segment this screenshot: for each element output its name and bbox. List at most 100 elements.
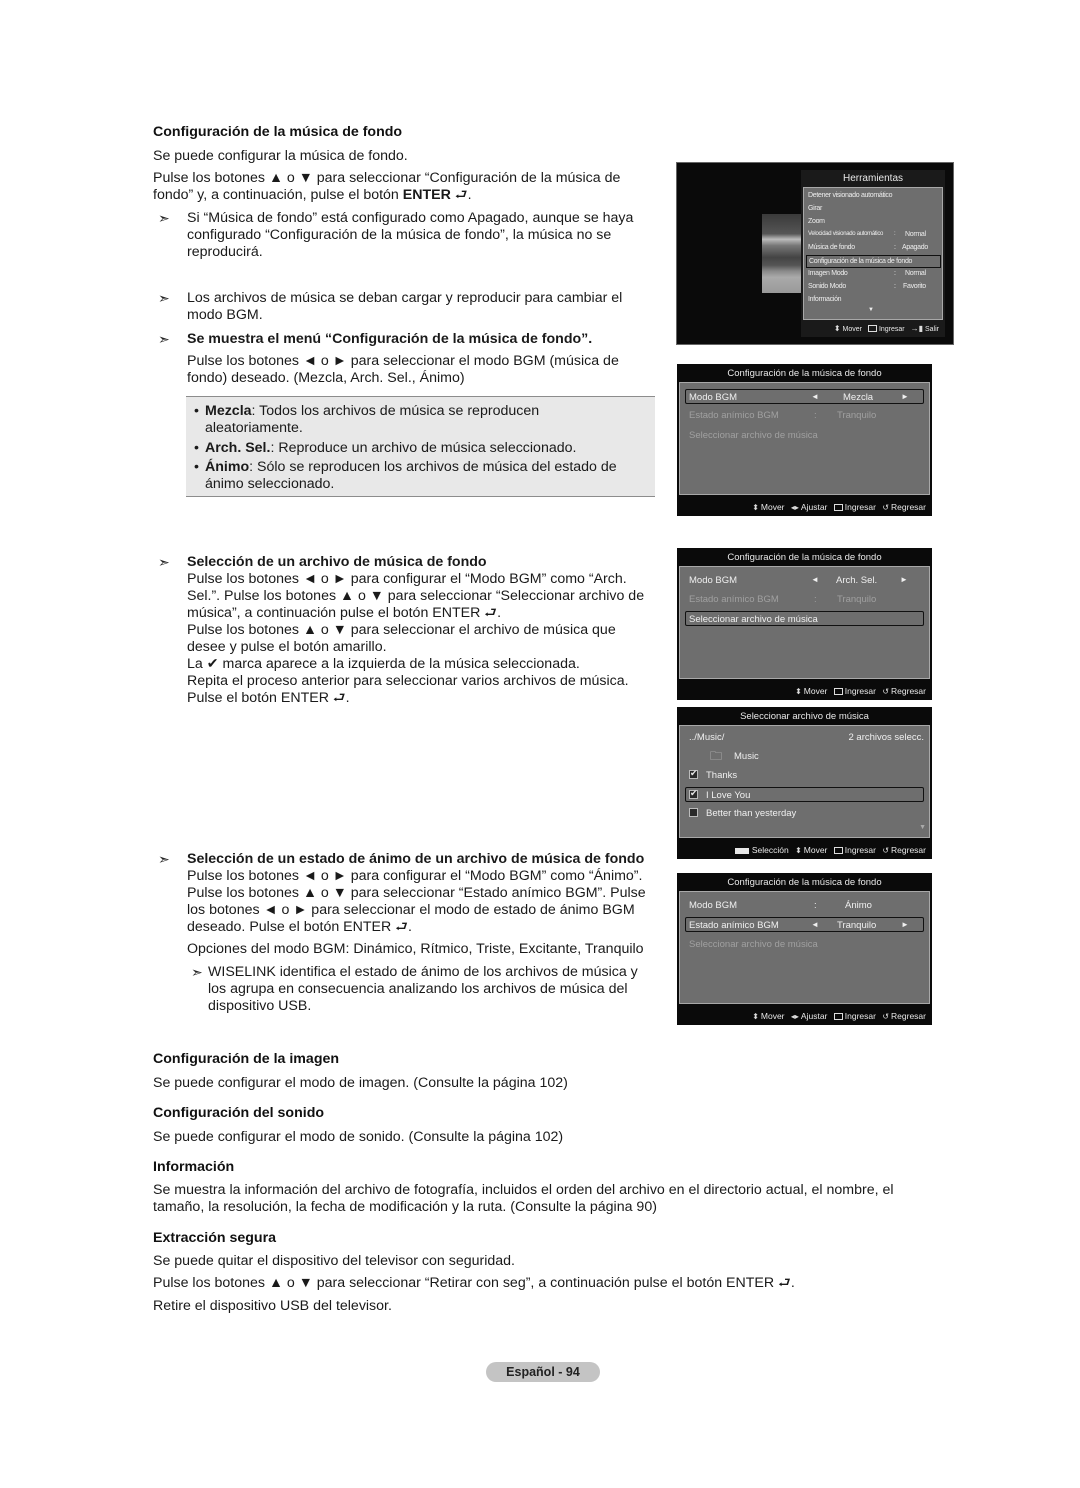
note-line: deseado. Pulse el botón ENTER ⮐. [187,919,412,935]
arrow-right-icon[interactable]: ► [901,392,909,401]
row-value: Tranquilo [837,410,877,421]
safe-line-3: Retire el dispositivo USB del televisor. [153,1298,392,1314]
tools-item-bgm-settings[interactable]: Configuración de la música de fondo [806,255,941,268]
arrow-left-icon[interactable]: ◄ [811,392,819,401]
tools-menu-panel: Detener visionado automático Girar Zoom … [803,187,943,320]
tools-item-picture-mode[interactable]: Imagen Modo: Normal [808,268,939,281]
note-line: música”, a continuación pulse el botón E… [187,605,502,621]
enter-icon [833,847,843,854]
row-bgm-mode[interactable]: Modo BGM ◄ Arch. Sel. ► [685,573,924,588]
return-icon: ↺ [882,846,890,855]
menu-footer: ⬍ Mover ◂▸ Ajustar Ingresar ↺ Regresar [748,1011,926,1021]
enter-icon [833,688,843,695]
scroll-down-icon[interactable]: ▼ [919,824,926,831]
return-icon: ↺ [882,1012,890,1021]
tools-item-zoom[interactable]: Zoom [808,216,939,229]
checkbox-checked[interactable] [689,768,698,779]
section-heading-bgm: Configuración de la música de fondo [153,124,403,140]
arrow-right-icon[interactable]: ► [901,920,909,929]
arrow-left-icon[interactable]: ◄ [811,920,819,929]
note-wiselink: ➣ WISELINK identifica el estado de ánimo… [191,964,661,1016]
mood-options: Opciones del modo BGM: Dinámico, Rítmico… [187,941,644,957]
arrow-right-icon[interactable]: ► [900,575,908,584]
tools-menu-title: Herramientas [842,173,904,184]
note-line: reproducirá. [187,244,263,260]
note-menu-shown: ➣ Se muestra el menú “Configuración de l… [158,331,658,391]
folder-path: ../Music/ [689,732,725,743]
arrow-left-icon[interactable]: ◄ [811,575,819,584]
folder-icon: 🗀 [710,749,723,763]
row-bgm-mood[interactable]: Estado anímico BGM : Tranquilo [685,408,924,423]
item-label: Velocidad visionado automático [808,231,884,237]
safe-line-1: Se puede quitar el dispositivo del telev… [153,1253,516,1269]
footer-label: Ajustar [800,502,828,512]
item-sep: : [894,231,896,237]
row-value: Arch. Sel. [836,575,878,586]
enter-icon [833,504,843,511]
tools-item-slideshow-speed[interactable]: Velocidad visionado automático: Normal [808,229,939,242]
tools-menu-footer: ⬍ Mover Ingresar →▮ Salir [830,324,939,333]
footer-enter: Ingresar [867,324,905,333]
item-value: Normal [905,231,926,238]
scroll-down-icon[interactable]: ▼ [868,307,874,313]
menu-panel: Modo BGM ◄ Arch. Sel. ► Estado anímico B… [679,566,930,679]
row-bgm-mood[interactable]: Estado anímico BGM ◄ Tranquilo ► [685,917,924,932]
arrow-bullet-icon: ➣ [158,331,170,347]
item-label: Zoom [808,218,825,225]
note-files-loaded: ➣ Los archivos de música se deban cargar… [158,290,658,324]
note-line: desee y pulse el botón amarillo. [187,639,387,655]
note-line: Pulse el botón ENTER ⮐. [187,690,350,706]
tools-item-sound-mode[interactable]: Sonido Modo: Favorito [808,281,939,294]
row-select-music-file[interactable]: Seleccionar archivo de música [685,428,924,443]
note-line: Sel.”. Pulse los botones ▲ o ▼ para sele… [187,588,645,604]
file-item-i-love-you[interactable]: I Love You [685,787,924,802]
note-line: Pulse los botones ◄ o ► para configurar … [187,868,643,884]
checkbox-unchecked[interactable] [689,808,698,817]
bullet-term: Ánimo [205,459,250,475]
file-item-thanks[interactable]: Thanks [685,768,924,783]
updown-icon: ⬍ [795,687,802,696]
row-label: Seleccionar archivo de música [689,614,818,625]
note-line: Pulse los botones ◄ o ► para configurar … [187,571,627,587]
footer-label: Mover [803,686,828,696]
note-line: modo BGM. [187,307,263,323]
footer-label: Regresar [891,686,926,696]
footer-exit: →▮ Salir [911,324,939,333]
menu-title: Configuración de la música de fondo [727,877,882,888]
leftright-icon: ◂▸ [790,503,799,512]
tools-item-stop-slideshow[interactable]: Detener visionado automático [808,190,939,203]
bgm-menu-mezcla: Configuración de la música de fondo Modo… [677,364,932,516]
tools-item-rotate[interactable]: Girar [808,203,939,216]
updown-icon: ⬍ [833,324,841,333]
menu-panel: ../Music/ 2 archivos selecc. 🗀 Music Tha… [679,725,930,838]
return-icon: ↺ [882,687,890,696]
section-heading-info: Información [153,1159,235,1175]
item-value: Normal [905,270,926,277]
tools-item-information[interactable]: Información [808,294,939,307]
checkbox-checked[interactable] [689,788,698,799]
image-text: Se puede configurar el modo de imagen. (… [153,1075,568,1091]
updown-icon: ⬍ [752,503,759,512]
row-value: Mezcla [843,392,874,403]
note-line: Pulse los botones ▲ o ▼ para seleccionar… [187,622,616,638]
arrow-bullet-icon: ➣ [158,554,170,570]
safe-line-2: Pulse los botones ▲ o ▼ para seleccionar… [153,1275,795,1291]
selected-count: 2 archivos selecc. [848,732,924,743]
item-label: Imagen Modo [808,270,848,277]
info-line: tamaño, la resolución, la fecha de modif… [153,1199,657,1215]
note-line: los botones ◄ o ► para seleccionar el mo… [187,902,635,918]
note-line: los agrupa en consecuencia analizando lo… [208,981,628,997]
tools-item-background-music[interactable]: Música de fondo: Apagado [808,242,939,255]
note-line: Los archivos de música se deban cargar y… [187,290,623,306]
arrow-bullet-icon: ➣ [158,851,170,867]
row-bgm-mode[interactable]: Modo BGM ◄ Mezcla ► [685,389,924,404]
row-bgm-mode[interactable]: Modo BGM : Ánimo [685,898,924,913]
bullet-text: ánimo seleccionado. [205,476,335,492]
item-value: Apagado [902,244,928,251]
row-select-music-file[interactable]: Seleccionar archivo de música [685,611,924,626]
folder-music[interactable]: 🗀 Music [685,749,924,764]
row-select-music-file[interactable]: Seleccionar archivo de música [685,937,924,952]
file-item-better-than-yesterday[interactable]: Better than yesterday [685,806,924,821]
footer-label: Mover [760,1011,785,1021]
row-bgm-mood[interactable]: Estado anímico BGM : Tranquilo [685,592,924,607]
